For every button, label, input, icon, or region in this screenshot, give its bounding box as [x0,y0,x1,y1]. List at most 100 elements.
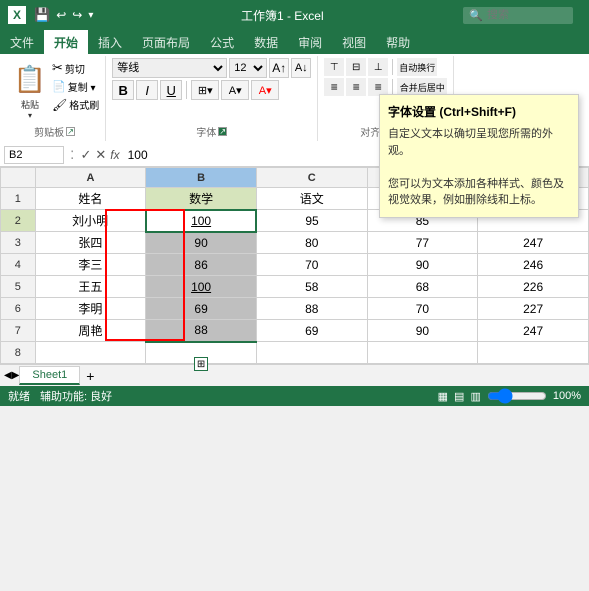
wrap-text-button[interactable]: 自动换行 [397,58,437,76]
cell-c8[interactable] [256,342,367,364]
bold-button[interactable]: B [112,80,134,100]
tab-insert[interactable]: 插入 [88,30,132,54]
sheet-tab-sheet1[interactable]: Sheet1 [19,366,80,385]
undo-icon[interactable]: ↩ [56,8,66,22]
cell-a6[interactable]: 李明 [35,298,146,320]
font-increase-button[interactable]: A↑ [269,58,289,78]
format-painter-button[interactable]: 🖌 格式刷 [52,97,99,112]
tab-help[interactable]: 帮助 [376,30,420,54]
align-middle-button[interactable]: ⊟ [346,58,366,76]
cell-a4[interactable]: 李三 [35,254,146,276]
scroll-left-button[interactable]: ◀ [4,370,12,381]
cell-b5[interactable]: 100 [146,276,257,298]
align-bottom-button[interactable]: ⊥ [368,58,388,76]
tab-file[interactable]: 文件 [0,30,44,54]
cell-c3[interactable]: 80 [256,232,367,254]
align-left-button[interactable]: ≡ [324,78,344,96]
col-header-b[interactable]: B [146,168,257,188]
title-text: 工作簿1 - Excel [101,7,463,24]
tab-page-layout[interactable]: 页面布局 [132,30,200,54]
fx-icon[interactable]: fx [110,148,119,162]
cell-a5[interactable]: 王五 [35,276,146,298]
cell-c7[interactable]: 69 [256,320,367,342]
cell-a7[interactable]: 周艳 [35,320,146,342]
cell-c5[interactable]: 58 [256,276,367,298]
borders-button[interactable]: ⊞▾ [191,80,219,100]
cell-a1[interactable]: 姓名 [35,188,146,210]
font-name-select[interactable]: 等线 [112,58,227,78]
cell-e8[interactable] [478,342,589,364]
tab-bar: ◀ ▶ Sheet1 + [0,364,589,386]
corner-header [1,168,36,188]
table-row: 3 张四 90 80 77 247 [1,232,589,254]
cell-c2[interactable]: 95 [256,210,367,232]
table-row: 7 周艳 88 69 90 247 [1,320,589,342]
cell-e7[interactable]: 247 [478,320,589,342]
cell-a8[interactable] [35,342,146,364]
col-header-c[interactable]: C [256,168,367,188]
font-color-button[interactable]: A▾ [251,80,279,100]
cell-d3[interactable]: 77 [367,232,478,254]
cell-c4[interactable]: 70 [256,254,367,276]
cell-d5[interactable]: 68 [367,276,478,298]
cut-button[interactable]: ✂ 剪切 [52,60,99,76]
add-sheet-button[interactable]: + [86,368,94,384]
paste-button[interactable]: 📋 粘贴 ▾ [10,58,50,122]
cell-e5[interactable]: 226 [478,276,589,298]
search-input[interactable] [487,9,567,21]
cell-e6[interactable]: 227 [478,298,589,320]
row-header-2: 2 [1,210,36,232]
cell-e4[interactable]: 246 [478,254,589,276]
cell-b7[interactable]: 88 [146,320,257,342]
font-size-select[interactable]: 12 [229,58,267,78]
align-top-button[interactable]: ⊤ [324,58,344,76]
underline-button[interactable]: U [160,80,182,100]
cell-b2[interactable]: 100 [146,210,257,232]
font-decrease-button[interactable]: A↓ [291,58,311,78]
copy-button[interactable]: 📄 复制 ▾ [52,79,99,94]
tab-data[interactable]: 数据 [244,30,288,54]
cross-icon[interactable]: ✕ [95,147,106,163]
divider1 [186,81,187,99]
cell-a3[interactable]: 张四 [35,232,146,254]
tooltip-body: 自定义文本以确切呈现您所需的外观。 您可以为文本添加各种样式、颜色及视觉效果，例… [388,126,570,209]
cell-b4[interactable]: 86 [146,254,257,276]
italic-button[interactable]: I [136,80,158,100]
view-page-icon[interactable]: ▤ [454,390,464,403]
tab-review[interactable]: 审阅 [288,30,332,54]
cell-c1[interactable]: 语文 [256,188,367,210]
tab-home[interactable]: 开始 [44,30,88,54]
cell-b8[interactable]: ⊞ [146,342,257,364]
cell-b1[interactable]: 数学 [146,188,257,210]
font-group-expander[interactable]: ↗ [218,127,227,136]
view-break-icon[interactable]: ▥ [470,390,480,403]
cell-d7[interactable]: 90 [367,320,478,342]
fill-handle[interactable]: ⊞ [194,357,208,371]
check-icon[interactable]: ✓ [80,147,91,163]
ribbon-content: 📋 粘贴 ▾ ✂ 剪切 📄 复制 ▾ 🖌 格式刷 剪贴板 [0,54,589,143]
search-area: 🔍 [463,7,573,24]
col-header-a[interactable]: A [35,168,146,188]
tab-formula[interactable]: 公式 [200,30,244,54]
cell-c6[interactable]: 88 [256,298,367,320]
cell-reference-input[interactable] [4,146,64,164]
align-center-button[interactable]: ≡ [346,78,366,96]
zoom-slider[interactable] [487,390,547,402]
save-icon[interactable]: 💾 [34,7,50,23]
tab-view[interactable]: 视图 [332,30,376,54]
cell-b3[interactable]: 90 [146,232,257,254]
view-normal-icon[interactable]: ▦ [438,390,448,403]
app-icon: X [8,6,26,24]
cell-d4[interactable]: 90 [367,254,478,276]
cell-d8[interactable] [367,342,478,364]
clipboard-expander[interactable]: ↗ [66,127,75,136]
redo-icon[interactable]: ↪ [72,8,82,22]
cell-b6[interactable]: 69 [146,298,257,320]
customize-icon[interactable]: ▾ [88,10,93,21]
fill-color-button[interactable]: A▾ [221,80,249,100]
cell-d6[interactable]: 70 [367,298,478,320]
cell-a2[interactable]: 刘小明 [35,210,146,232]
scroll-right-button[interactable]: ▶ [12,370,20,381]
cell-e3[interactable]: 247 [478,232,589,254]
status-right: ▦ ▤ ▥ 100% [438,390,581,403]
